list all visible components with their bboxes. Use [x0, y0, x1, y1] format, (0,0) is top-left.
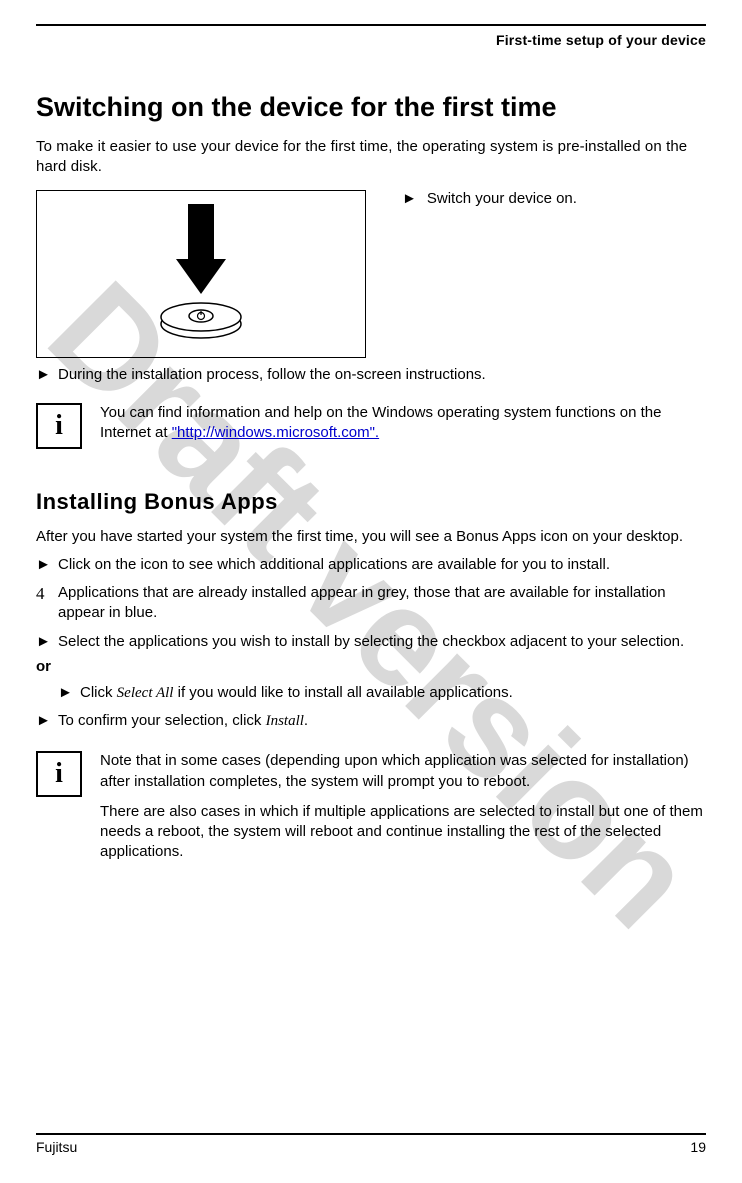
info-icon: i — [36, 403, 82, 449]
running-header: First-time setup of your device — [36, 32, 706, 48]
step-click-icon: ► Click on the icon to see which additio… — [36, 555, 706, 575]
step-text: During the installation process, follow … — [58, 366, 486, 383]
windows-help-link[interactable]: "http://windows.microsoft.com". — [172, 424, 379, 441]
step-marker-icon: ► — [58, 683, 80, 703]
step-select-apps: ► Select the applications you wish to in… — [36, 632, 706, 652]
step-marker-icon: ► — [36, 711, 58, 731]
header-rule — [36, 24, 706, 26]
info-icon: i — [36, 751, 82, 797]
text-emphasis: Install — [266, 713, 304, 729]
bonus-apps-intro: After you have started your system the f… — [36, 527, 706, 547]
info-paragraph-2: There are also cases in which if multipl… — [100, 802, 706, 863]
step-text: Select the applications you wish to inst… — [58, 632, 684, 652]
step-text: Click Select All if you would like to in… — [80, 683, 513, 703]
intro-paragraph: To make it easier to use your device for… — [36, 137, 706, 178]
footer-rule — [36, 1133, 706, 1135]
or-label: or — [36, 658, 706, 675]
step-marker-icon: ► — [36, 555, 58, 575]
info-windows-help: You can find information and help on the… — [100, 403, 706, 444]
result-text: Applications that are already installed … — [58, 583, 706, 624]
footer-brand: Fujitsu — [36, 1139, 77, 1155]
info-reboot-note: Note that in some cases (depending upon … — [100, 751, 706, 862]
step-text: Click on the icon to see which additiona… — [58, 555, 610, 575]
power-press-illustration — [146, 204, 256, 344]
step-marker-icon: ► — [36, 366, 58, 383]
text-pre: To confirm your selection, click — [58, 712, 266, 729]
result-marker: 4 — [36, 583, 58, 606]
step-text: To confirm your selection, click Install… — [58, 711, 308, 731]
figure-power-button — [36, 190, 366, 358]
page-footer: Fujitsu 19 — [36, 1133, 706, 1155]
heading-bonus-apps: Installing Bonus Apps — [36, 489, 706, 515]
step-follow-instructions: ► During the installation process, follo… — [36, 366, 706, 383]
footer-page-number: 19 — [690, 1139, 706, 1155]
text-pre: Click — [80, 684, 117, 701]
heading-switching-on: Switching on the device for the first ti… — [36, 92, 706, 123]
result-grey-blue: 4 Applications that are already installe… — [36, 583, 706, 624]
step-marker-icon: ► — [402, 190, 417, 207]
text-emphasis: Select All — [117, 685, 174, 701]
step-select-all: ► Click Select All if you would like to … — [36, 683, 706, 703]
step-switch-on: ► Switch your device on. — [402, 190, 577, 207]
step-confirm-install: ► To confirm your selection, click Insta… — [36, 711, 706, 731]
text-post: if you would like to install all availab… — [173, 684, 512, 701]
info-paragraph-1: Note that in some cases (depending upon … — [100, 751, 706, 792]
step-text: Switch your device on. — [427, 190, 577, 207]
step-marker-icon: ► — [36, 632, 58, 652]
text-post: . — [304, 712, 308, 729]
